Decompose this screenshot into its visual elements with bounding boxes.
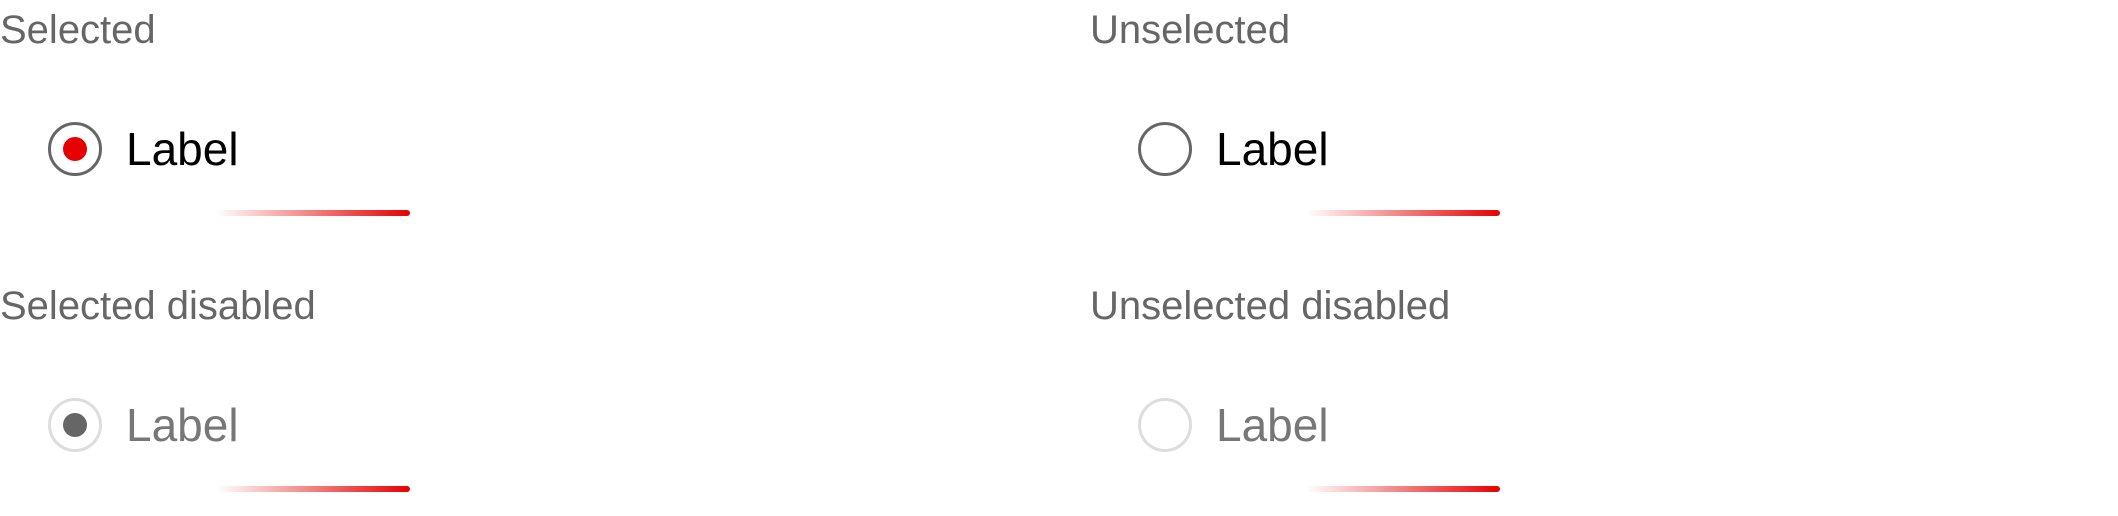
radio-unselected-icon[interactable] [1138,122,1192,176]
focus-underline [216,210,410,216]
state-unselected-disabled: Unselected disabled Label [1090,276,2090,516]
focus-underline [1306,486,1500,492]
state-selected-disabled: Selected disabled Label [0,276,1000,516]
radio-unselected-disabled: Label [1138,394,1329,456]
radio-selected-icon[interactable] [48,122,102,176]
radio-label: Label [1216,399,1329,451]
radio-unselected-icon [1138,398,1192,452]
state-title: Unselected [1090,8,1291,52]
radio-dot-icon [63,137,87,161]
radio-label: Label [126,123,239,175]
state-title: Selected [0,8,156,52]
radio-label: Label [1216,123,1329,175]
state-title: Selected disabled [0,284,316,328]
focus-underline [216,486,410,492]
radio-selected[interactable]: Label [48,118,239,180]
radio-selected-icon [48,398,102,452]
radio-dot-icon [63,413,87,437]
state-title: Unselected disabled [1090,284,1451,328]
focus-underline [1306,210,1500,216]
state-unselected: Unselected Label [1090,0,2090,240]
radio-label: Label [126,399,239,451]
state-selected: Selected Label [0,0,1000,240]
radio-unselected[interactable]: Label [1138,118,1329,180]
radio-selected-disabled: Label [48,394,239,456]
